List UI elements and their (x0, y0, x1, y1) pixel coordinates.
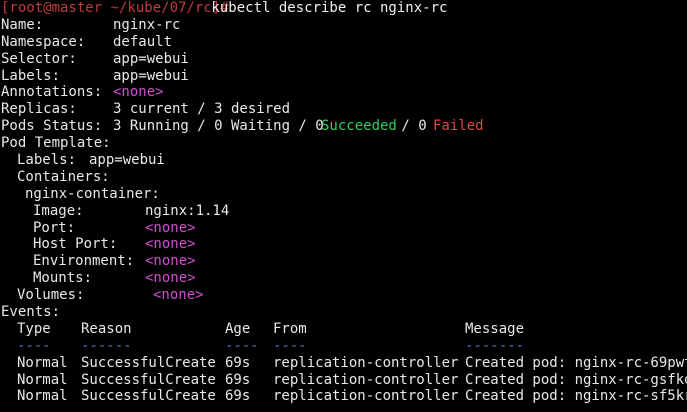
column-underline: ------- (465, 337, 525, 354)
field-row-annotations: Annotations: <none> (1, 84, 687, 101)
pods-succeeded-text: Succeeded (321, 118, 397, 135)
field-value: 3 current / 3 desired (113, 101, 291, 118)
pods-separator-text: / 0 (393, 118, 427, 135)
image-row: Image: nginx:1.14 (1, 203, 687, 220)
event-age: 69s (225, 388, 251, 405)
field-label: Port: (33, 219, 76, 236)
container-name-row: nginx-container: (1, 186, 687, 203)
event-age: 69s (225, 371, 251, 388)
column-underline: ------ (81, 337, 132, 354)
terminal-window[interactable]: [root@master ~/kube/07/rc]# kubectl desc… (0, 0, 687, 412)
events-header-row: Type Reason Age From Message (1, 321, 687, 338)
mounts-row: Mounts: <none> (1, 270, 687, 287)
column-header-type: Type (17, 320, 51, 337)
field-value: default (113, 33, 173, 50)
container-name: nginx-container: (25, 185, 160, 202)
event-reason: SuccessfulCreate (81, 371, 216, 388)
event-type: Normal (17, 354, 68, 371)
field-label: Annotations: (1, 84, 103, 101)
event-from: replication-controller (273, 388, 459, 405)
none-value: <none> (145, 219, 196, 236)
field-label: Replicas: (1, 101, 77, 118)
field-value: nginx-rc (113, 16, 181, 33)
volumes-row: Volumes: <none> (1, 287, 687, 304)
event-row: Normal SuccessfulCreate 69s replication-… (1, 388, 687, 405)
event-reason: SuccessfulCreate (81, 388, 216, 405)
event-message: Created pod: nginx-rc-69pwt (465, 354, 687, 371)
field-label: Image: (33, 202, 84, 219)
column-underline: ---- (225, 337, 259, 354)
events-underline-row: ---- ------ ---- ---- ------- (1, 338, 687, 355)
field-label: Labels: (1, 67, 61, 84)
field-row-replicas: Replicas: 3 current / 3 desired (1, 101, 687, 118)
containers-heading: Containers: (17, 168, 110, 185)
containers-heading-row: Containers: (1, 169, 687, 186)
event-reason: SuccessfulCreate (81, 354, 216, 371)
events-heading-row: Events: (1, 304, 687, 321)
pod-template-labels-row: Labels: app=webui (1, 152, 687, 169)
field-label: Host Port: (33, 236, 118, 253)
field-value: app=webui (89, 152, 165, 169)
pods-failed-text: Failed (433, 118, 484, 135)
none-value: <none> (113, 84, 164, 101)
event-age: 69s (225, 354, 251, 371)
event-from: replication-controller (273, 371, 459, 388)
field-label: Name: (1, 16, 44, 33)
field-label: Environment: (33, 253, 135, 270)
field-label: Selector: (1, 50, 77, 67)
column-underline: ---- (273, 337, 307, 354)
environment-row: Environment: <none> (1, 253, 687, 270)
command-text: kubectl describe rc nginx-rc (203, 0, 448, 16)
field-row-pods-status: Pods Status: 3 Running / 0 Waiting / 0 S… (1, 118, 687, 135)
shell-prompt: [root@master ~/kube/07/rc]# (1, 0, 229, 16)
none-value: <none> (145, 236, 196, 253)
pod-template-heading-row: Pod Template: (1, 135, 687, 152)
pod-template-heading: Pod Template: (1, 135, 111, 152)
event-type: Normal (17, 371, 68, 388)
column-underline: ---- (17, 337, 51, 354)
none-value: <none> (145, 253, 196, 270)
column-header-message: Message (465, 320, 525, 337)
events-heading: Events: (1, 304, 61, 321)
host-port-row: Host Port: <none> (1, 236, 687, 253)
none-value: <none> (145, 270, 196, 287)
column-header-reason: Reason (81, 320, 132, 337)
column-header-from: From (273, 320, 307, 337)
event-message: Created pod: nginx-rc-gsfkd (465, 371, 687, 388)
field-label: Mounts: (33, 270, 93, 287)
none-value: <none> (153, 287, 204, 304)
field-label: Volumes: (17, 287, 85, 304)
event-type: Normal (17, 388, 68, 405)
event-from: replication-controller (273, 354, 459, 371)
field-label: Pods Status: (1, 118, 103, 135)
field-row-labels: Labels: app=webui (1, 68, 687, 85)
field-label: Namespace: (1, 33, 86, 50)
field-row-selector: Selector: app=webui (1, 51, 687, 68)
field-value: nginx:1.14 (145, 202, 230, 219)
field-row-name: Name: nginx-rc (1, 17, 687, 34)
event-row: Normal SuccessfulCreate 69s replication-… (1, 355, 687, 372)
column-header-age: Age (225, 320, 251, 337)
field-value: app=webui (113, 50, 189, 67)
field-value: app=webui (113, 67, 189, 84)
pods-running-text: 3 Running / 0 Waiting / 0 (113, 118, 324, 135)
prompt-line: [root@master ~/kube/07/rc]# kubectl desc… (1, 0, 687, 17)
event-row: Normal SuccessfulCreate 69s replication-… (1, 372, 687, 389)
field-label: Labels: (17, 152, 77, 169)
field-row-namespace: Namespace: default (1, 34, 687, 51)
port-row: Port: <none> (1, 220, 687, 237)
event-message: Created pod: nginx-rc-sf5kr (465, 388, 687, 405)
